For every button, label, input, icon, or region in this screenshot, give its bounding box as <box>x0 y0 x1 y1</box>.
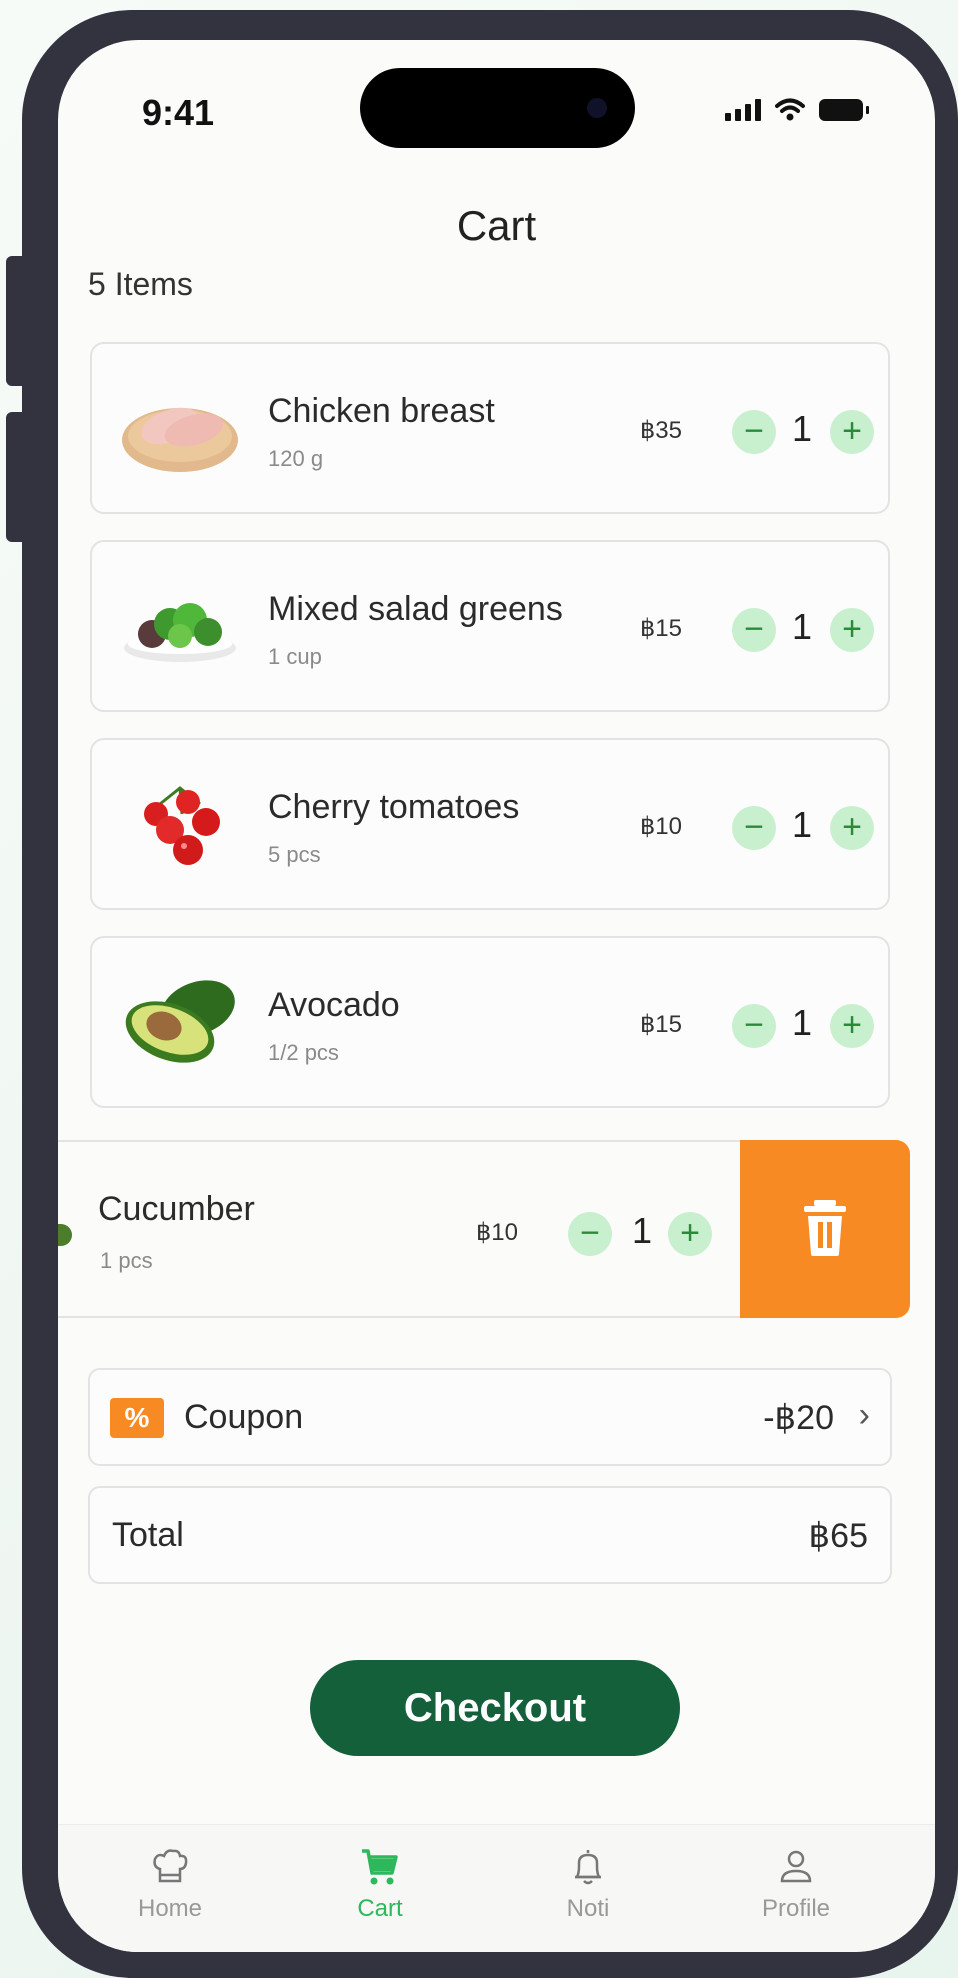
tab-label: Noti <box>566 1895 610 1922</box>
cart-item-cherry-tomatoes[interactable]: Cherry tomatoes 5 pcs ฿10 − 1 + <box>90 738 890 910</box>
tab-profile[interactable]: Profile <box>736 1825 856 1923</box>
tab-label: Cart <box>357 1895 403 1922</box>
item-unit: 1 cup <box>268 644 322 669</box>
item-quantity: 1 <box>792 804 813 845</box>
item-unit: 1/2 pcs <box>268 1040 339 1065</box>
volume-down-button <box>6 412 32 542</box>
item-unit: 120 g <box>268 446 324 471</box>
item-quantity: 1 <box>792 1002 813 1043</box>
wifi-icon <box>775 98 805 121</box>
increase-quantity-button[interactable]: + <box>668 1212 712 1256</box>
user-icon <box>780 1850 812 1883</box>
battery-icon <box>819 99 869 121</box>
avocado-image <box>125 980 235 1063</box>
item-price: ฿10 <box>640 813 682 840</box>
decrease-quantity-button[interactable]: − <box>732 806 776 850</box>
phone-screen: 9:41 Cart 5 Items Chicken breast 120 g ฿… <box>58 40 935 1952</box>
item-price: ฿10 <box>476 1219 518 1246</box>
cucumber-image <box>58 1224 72 1246</box>
bell-icon <box>574 1850 602 1885</box>
item-quantity: 1 <box>632 1210 653 1251</box>
cart-item-cucumber[interactable]: Cucumber 1 pcs ฿10 − 1 + <box>58 1140 744 1318</box>
status-icons <box>725 98 869 122</box>
chef-hat-icon <box>153 1849 188 1883</box>
item-name: Mixed salad greens <box>268 590 563 628</box>
cart-item-chicken-breast[interactable]: Chicken breast 120 g ฿35 − 1 + <box>90 342 890 514</box>
item-unit: 5 pcs <box>268 842 321 867</box>
item-price: ฿35 <box>640 417 682 444</box>
decrease-quantity-button[interactable]: − <box>568 1212 612 1256</box>
coupon-label: Coupon <box>184 1398 304 1436</box>
increase-quantity-button[interactable]: + <box>830 608 874 652</box>
tab-label: Profile <box>761 1895 831 1922</box>
salad-greens-image <box>124 603 236 662</box>
coupon-row[interactable]: % Coupon -฿20 › <box>88 1368 892 1466</box>
total-row: Total ฿65 <box>88 1486 892 1584</box>
coupon-icon: % <box>110 1398 164 1438</box>
cart-icon <box>362 1849 398 1885</box>
tab-noti[interactable]: Noti <box>528 1825 648 1923</box>
item-quantity: 1 <box>792 408 813 449</box>
cherry-tomatoes-image <box>144 786 220 865</box>
increase-quantity-button[interactable]: + <box>830 806 874 850</box>
decrease-quantity-button[interactable]: − <box>732 608 776 652</box>
item-name: Cucumber <box>98 1190 255 1228</box>
total-label: Total <box>112 1516 184 1554</box>
item-name: Avocado <box>268 986 400 1024</box>
item-quantity: 1 <box>792 606 813 647</box>
volume-up-button <box>6 256 32 386</box>
cart-item-avocado[interactable]: Avocado 1/2 pcs ฿15 − 1 + <box>90 936 890 1108</box>
increase-quantity-button[interactable]: + <box>830 410 874 454</box>
tab-label: Home <box>137 1895 203 1922</box>
item-name: Cherry tomatoes <box>268 788 520 826</box>
item-price: ฿15 <box>640 615 682 642</box>
cart-item-mixed-salad-greens[interactable]: Mixed salad greens 1 cup ฿15 − 1 + <box>90 540 890 712</box>
decrease-quantity-button[interactable]: − <box>732 410 776 454</box>
tab-cart[interactable]: Cart <box>320 1825 440 1923</box>
delete-item-button[interactable] <box>740 1140 910 1318</box>
bottom-tab-bar: Home Cart Noti Profile <box>58 1824 935 1952</box>
trash-icon <box>804 1200 846 1256</box>
signal-icon <box>725 99 761 121</box>
item-name: Chicken breast <box>268 392 495 430</box>
chicken-breast-image <box>122 407 238 472</box>
item-unit: 1 pcs <box>100 1248 153 1273</box>
page-title: Cart <box>456 202 537 249</box>
item-price: ฿15 <box>640 1011 682 1038</box>
checkout-button[interactable]: Checkout <box>310 1660 680 1756</box>
item-count: 5 Items <box>88 266 193 302</box>
total-value: ฿65 <box>808 1517 868 1555</box>
chevron-right-icon: › <box>858 1396 870 1434</box>
dynamic-island <box>360 68 635 148</box>
status-time: 9:41 <box>142 92 215 133</box>
tab-home[interactable]: Home <box>110 1825 230 1923</box>
coupon-value: -฿20 <box>763 1399 834 1437</box>
decrease-quantity-button[interactable]: − <box>732 1004 776 1048</box>
increase-quantity-button[interactable]: + <box>830 1004 874 1048</box>
